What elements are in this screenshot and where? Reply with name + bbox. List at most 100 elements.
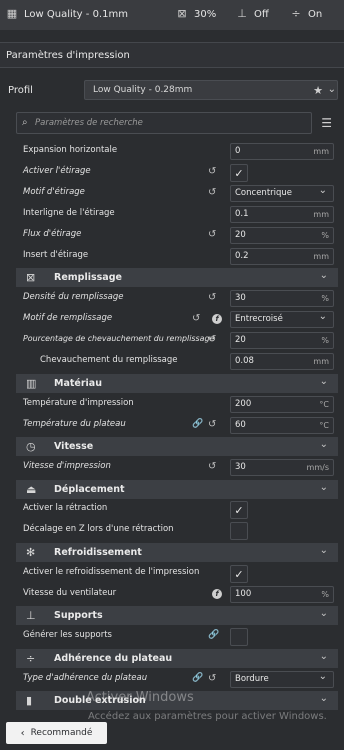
section-remplissage[interactable]: ⊠ Remplissage ⌄ [16, 268, 338, 287]
section-title: Refroidissement [54, 547, 142, 558]
section-title: Déplacement [54, 484, 125, 495]
section-supports[interactable]: ⊥ Supports ⌄ [16, 606, 338, 625]
setting-input[interactable]: 0 mm [230, 143, 334, 160]
setting-input[interactable]: 0.2 mm [230, 248, 334, 265]
setting-row: Activer l'étirage ↺ ✓ [16, 163, 338, 183]
setting-row: Expansion horizontale 0 mm [16, 142, 338, 162]
reset-icon[interactable]: ↺ [208, 166, 216, 177]
section-adherence[interactable]: ÷ Adhérence du plateau ⌄ [16, 649, 338, 668]
setting-row: Type d'adhérence du plateau 🔗 ↺ Bordure [16, 669, 338, 690]
support-icon: ⊥ [26, 609, 36, 622]
setting-row: Motif d'étirage ↺ Concentrique [16, 183, 338, 204]
setting-input[interactable]: 30 % [230, 290, 334, 307]
section-title: Vitesse [54, 441, 94, 452]
link-icon[interactable]: 🔗 [192, 419, 203, 429]
infill-indicator[interactable]: ⊠ 30% [176, 8, 216, 20]
setting-input[interactable]: 200 °C [230, 396, 334, 413]
fan-icon: ✻ [26, 546, 36, 559]
setting-select[interactable]: Entrecroisé [230, 309, 334, 328]
setting-row: Motif de remplissage ↺ f Entrecroisé [16, 309, 338, 330]
setting-select[interactable]: Bordure [230, 669, 334, 688]
setting-input[interactable]: 100 % [230, 586, 334, 603]
profile-label: Profil [8, 85, 33, 96]
setting-row: Insert d'étirage 0.2 mm [16, 247, 338, 267]
setting-value: Concentrique [235, 188, 293, 198]
adhesion-icon: ÷ [291, 7, 301, 20]
setting-unit: mm [313, 210, 329, 219]
setting-label: Température du plateau [23, 419, 126, 429]
section-deplacement[interactable]: ⏏ Déplacement ⌄ [16, 480, 338, 499]
profile-select[interactable]: Low Quality - 0.28mm ★ ⌄ [84, 80, 338, 100]
reset-icon[interactable]: ↺ [208, 292, 216, 303]
setting-row: Densité du remplissage ↺ 30 % [16, 289, 338, 309]
setting-checkbox[interactable] [230, 628, 248, 646]
setting-value: 0.1 [235, 209, 249, 219]
setting-value: 60 [235, 420, 246, 430]
reset-icon[interactable]: ↺ [208, 419, 216, 430]
top-toolbar: ▦ Low Quality - 0.1mm ⊠ 30% ⊥ Off ÷ On [0, 0, 344, 30]
setting-input[interactable]: 60 °C [230, 417, 334, 434]
setting-select[interactable]: Concentrique [230, 183, 334, 202]
setting-value: 20 [235, 230, 246, 240]
recommended-button[interactable]: ‹ Recommandé [6, 722, 107, 744]
reset-icon[interactable]: ↺ [208, 461, 216, 472]
setting-input[interactable]: 30 mm/s [230, 459, 334, 476]
chevron-down-icon: ⌄ [319, 439, 328, 450]
setting-label: Activer l'étirage [23, 166, 91, 176]
function-icon[interactable]: f [212, 314, 222, 324]
reset-icon[interactable]: ↺ [192, 313, 200, 324]
setting-input[interactable]: 0.1 mm [230, 206, 334, 223]
setting-checkbox[interactable] [230, 522, 248, 540]
adhesion-indicator[interactable]: ÷ On [290, 8, 322, 20]
travel-icon: ⏏ [26, 483, 37, 496]
setting-label: Vitesse d'impression [23, 461, 111, 471]
setting-unit: mm/s [306, 463, 329, 472]
setting-row: Activer la rétraction ✓ [16, 500, 338, 520]
setting-input[interactable]: 20 % [230, 332, 334, 349]
quality-label: Low Quality - 0.1mm [24, 8, 128, 20]
reset-icon[interactable]: ↺ [208, 187, 216, 198]
reset-icon[interactable]: ↺ [208, 229, 216, 240]
setting-checkbox[interactable]: ✓ [230, 501, 248, 519]
setting-label: Décalage en Z lors d'une rétraction [23, 524, 174, 534]
reset-icon[interactable]: ↺ [208, 334, 216, 345]
section-refroidissement[interactable]: ✻ Refroidissement ⌄ [16, 543, 338, 562]
setting-value: 0 [235, 146, 241, 156]
star-icon[interactable]: ★ [313, 84, 323, 97]
infill-icon: ⊠ [177, 7, 187, 20]
section-title: Matériau [54, 378, 102, 389]
setting-label: Expansion horizontale [23, 145, 118, 155]
setting-checkbox[interactable]: ✓ [230, 565, 248, 583]
setting-checkbox[interactable]: ✓ [230, 164, 248, 182]
section-vitesse[interactable]: ◷ Vitesse ⌄ [16, 437, 338, 456]
link-icon[interactable]: 🔗 [208, 630, 219, 640]
link-icon[interactable]: 🔗 [192, 673, 203, 683]
function-icon[interactable]: f [212, 589, 222, 599]
chevron-down-icon: ⌄ [319, 608, 328, 619]
infill-label: 30% [194, 8, 217, 20]
setting-row: Vitesse d'impression ↺ 30 mm/s [16, 458, 338, 478]
search-input[interactable]: ⌕ Paramètres de recherche [16, 112, 312, 134]
quality-icon: ▦ [6, 7, 18, 20]
setting-input[interactable]: 0.08 mm [230, 353, 334, 370]
chevron-down-icon: ⌄ [319, 482, 328, 493]
quality-indicator[interactable]: ▦ Low Quality - 0.1mm [6, 8, 128, 20]
support-indicator[interactable]: ⊥ Off [236, 8, 269, 20]
setting-input[interactable]: 20 % [230, 227, 334, 244]
setting-label: Activer la rétraction [23, 503, 108, 513]
setting-row: Générer les supports 🔗 [16, 627, 338, 647]
support-icon: ⊥ [237, 7, 247, 20]
chevron-down-icon[interactable]: ⌄ [328, 84, 336, 95]
setting-row: Température du plateau 🔗 ↺ 60 °C [16, 416, 338, 436]
menu-icon[interactable]: ☰ [321, 116, 332, 130]
profile-row: Profil Low Quality - 0.28mm ★ ⌄ [0, 78, 344, 104]
chevron-down-icon: ⌄ [319, 693, 328, 704]
section-materiau[interactable]: ▥ Matériau ⌄ [16, 374, 338, 393]
reset-icon[interactable]: ↺ [208, 673, 216, 684]
setting-value: 30 [235, 462, 246, 472]
setting-label: Motif d'étirage [23, 187, 85, 197]
chevron-down-icon: ⌄ [319, 376, 328, 387]
setting-unit: °C [319, 421, 329, 430]
setting-unit: mm [313, 252, 329, 261]
setting-label: Densité du remplissage [23, 292, 124, 302]
